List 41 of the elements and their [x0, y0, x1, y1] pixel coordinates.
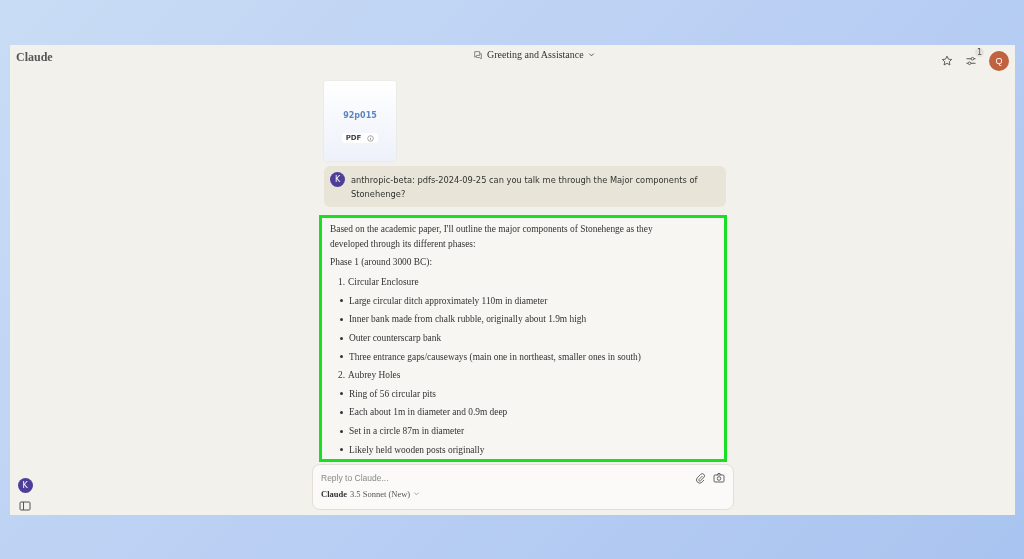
user-avatar: K: [330, 172, 345, 187]
list-item-text: Set in a circle 87m in diameter: [349, 426, 465, 437]
response-paragraph: Based on the academic paper, I'll outline the major components of Stonehenge as they developed through its different phases:: [330, 223, 654, 251]
user-avatar[interactable]: K: [17, 478, 33, 493]
file-name: 92p015: [343, 111, 377, 120]
message-text: anthropic-beta: pdfs-2024-09-25 can you talk me through the Major components of Stonehenge?: [351, 174, 699, 201]
notification-badge: 1: [974, 48, 984, 57]
reply-input-field[interactable]: Reply to Claude... Claude 3.5 Sonnet (New): [312, 463, 734, 510]
list-item-text: Likely held wooden posts originally: [349, 444, 485, 455]
sliders-icon[interactable]: [965, 55, 977, 67]
app-name: Claude: [16, 49, 53, 65]
bullet-icon: [340, 318, 343, 321]
model-selector[interactable]: Claude 3.5 Sonnet (New): [321, 488, 725, 499]
list-number: 1.: [338, 277, 346, 288]
list-item-text: Outer counterscarp bank: [349, 333, 442, 344]
caret-icon: [413, 490, 421, 498]
list-item-text: Large circular ditch approximately 110m in diameter: [349, 295, 548, 306]
info-icon[interactable]: [367, 134, 375, 142]
bullet-icon: [340, 355, 343, 359]
bullet-icon: [340, 336, 343, 340]
sidebar-icon[interactable]: [19, 500, 31, 512]
list-item-text: Each about 1m in diameter and 0.9m deep: [349, 407, 508, 418]
chat-title-button[interactable]: Greeting and Assistance: [473, 49, 595, 60]
list-item-text: Three entrance gaps/causeways (main one in northeast, smaller ones in south): [349, 351, 641, 362]
list-number: 2.: [338, 370, 346, 381]
bullet-icon: [340, 429, 343, 433]
list-item-text: Aubrey Holes: [348, 370, 401, 381]
chat-icon: [473, 49, 483, 60]
paperclip-icon[interactable]: [694, 471, 706, 484]
profile-avatar[interactable]: Q: [989, 51, 1009, 71]
camera-icon[interactable]: [713, 471, 725, 484]
bullet-icon: [340, 448, 343, 452]
bullet-icon: [340, 410, 343, 414]
star-icon[interactable]: [941, 55, 953, 67]
list-item-text: Ring of 56 circular pits: [349, 388, 436, 399]
bullet-icon: [340, 392, 343, 396]
phase-heading: Phase 1 (around 3000 BC):: [330, 256, 434, 269]
list-item-text: Inner bank made from chalk rubble, originally about 1.9m high: [349, 314, 587, 325]
list-item-text: Circular Enclosure: [348, 277, 419, 288]
caret-icon: [587, 51, 595, 58]
bullet-icon: [340, 299, 343, 303]
